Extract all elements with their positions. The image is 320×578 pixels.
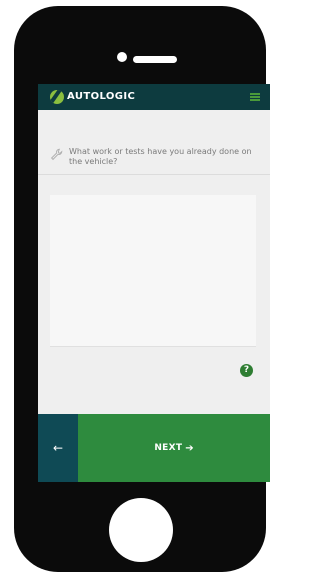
next-button-label: NEXT (154, 443, 183, 453)
question-text: What work or tests have you already done… (69, 147, 252, 166)
autologic-logo-icon (50, 90, 64, 104)
app-header: AUTOLOGIC (38, 84, 270, 110)
arrow-left-icon: ← (52, 441, 64, 455)
app-screen: AUTOLOGIC What work or tests have you al… (38, 84, 270, 482)
home-button[interactable] (109, 498, 173, 562)
answer-textarea[interactable] (50, 195, 256, 347)
next-button[interactable]: NEXT ➔ (78, 414, 270, 482)
brand-name: AUTOLOGIC (67, 91, 136, 102)
wrench-icon (50, 148, 63, 161)
back-button[interactable]: ← (38, 414, 78, 482)
hamburger-menu-icon[interactable] (250, 93, 260, 101)
help-question-icon[interactable]: ? (240, 364, 253, 377)
question-block: What work or tests have you already done… (38, 118, 270, 175)
bottom-nav: ← NEXT ➔ (38, 414, 270, 482)
speaker-bar (133, 56, 177, 63)
camera-dot (117, 52, 127, 62)
arrow-right-icon: ➔ (185, 442, 194, 454)
